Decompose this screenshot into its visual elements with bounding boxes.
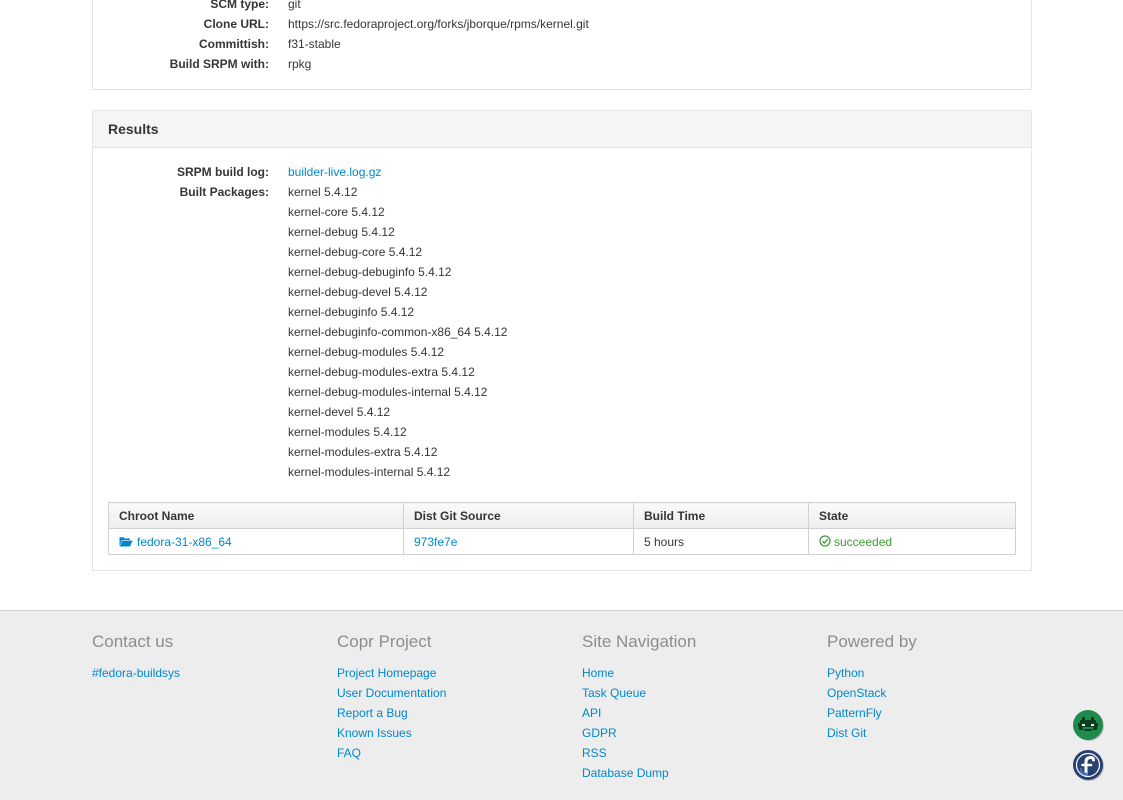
footer-link-openstack[interactable]: OpenStack bbox=[827, 686, 886, 700]
source-panel: SCM type: git Clone URL: https://src.fed… bbox=[92, 0, 1032, 90]
package-item: kernel-core 5.4.12 bbox=[288, 205, 385, 219]
package-item: kernel-modules 5.4.12 bbox=[288, 425, 407, 439]
package-item: kernel-debug-core 5.4.12 bbox=[288, 245, 423, 259]
build-srpm-value: rpkg bbox=[288, 57, 312, 71]
chroot-link[interactable]: fedora-31-x86_64 bbox=[137, 535, 232, 549]
package-item: kernel-debuginfo-common-x86_64 5.4.12 bbox=[288, 325, 508, 339]
footer-link-known-issues[interactable]: Known Issues bbox=[337, 726, 412, 740]
footer-navigation: Site Navigation Home Task Queue API GDPR… bbox=[582, 631, 812, 783]
results-panel: Results SRPM build log: builder-live.log… bbox=[92, 110, 1032, 571]
footer-link-irc[interactable]: #fedora-buildsys bbox=[92, 666, 180, 680]
chroot-cell: fedora-31-x86_64 bbox=[108, 528, 404, 555]
footer-powered: Powered by Python OpenStack PatternFly D… bbox=[827, 631, 1057, 743]
dist-git-link[interactable]: 973fe7e bbox=[414, 535, 457, 549]
built-packages-list: kernel 5.4.12 kernel-core 5.4.12 kernel-… bbox=[288, 182, 507, 482]
footer-link-patternfly[interactable]: PatternFly bbox=[827, 706, 882, 720]
state-cell: succeeded bbox=[808, 528, 1016, 555]
check-circle-icon bbox=[819, 534, 831, 547]
folder-open-icon bbox=[119, 536, 133, 546]
srpm-log-label: SRPM build log: bbox=[177, 165, 269, 179]
committish-label: Committish: bbox=[199, 37, 269, 51]
package-item: kernel-debug-modules-internal 5.4.12 bbox=[288, 385, 488, 399]
footer-navigation-title: Site Navigation bbox=[582, 632, 697, 651]
built-packages-label: Built Packages: bbox=[179, 185, 269, 199]
dist-git-cell: 973fe7e bbox=[403, 528, 634, 555]
footer-contact: Contact us #fedora-buildsys bbox=[92, 631, 322, 683]
footer-link-rss[interactable]: RSS bbox=[582, 746, 607, 760]
chroot-table: Chroot Name Dist Git Source Build Time S… bbox=[108, 502, 1016, 555]
committish-value: f31-stable bbox=[288, 37, 341, 51]
clone-url-value: https://src.fedoraproject.org/forks/jbor… bbox=[288, 17, 589, 31]
table-header-row: Chroot Name Dist Git Source Build Time S… bbox=[108, 502, 1016, 529]
site-footer: Contact us #fedora-buildsys Copr Project… bbox=[0, 610, 1123, 800]
package-item: kernel-debug-modules-extra 5.4.12 bbox=[288, 365, 475, 379]
footer-link-dist-git[interactable]: Dist Git bbox=[827, 726, 866, 740]
header-build-time: Build Time bbox=[633, 502, 809, 529]
footer-link-gdpr[interactable]: GDPR bbox=[582, 726, 617, 740]
results-heading: Results bbox=[93, 111, 1031, 148]
footer-link-home[interactable]: Home bbox=[582, 666, 614, 680]
footer-contact-title: Contact us bbox=[92, 632, 174, 651]
footer-link-faq[interactable]: FAQ bbox=[337, 746, 361, 760]
package-item: kernel 5.4.12 bbox=[288, 185, 358, 199]
footer-link-report-bug[interactable]: Report a Bug bbox=[337, 706, 408, 720]
package-item: kernel-debug-devel 5.4.12 bbox=[288, 285, 428, 299]
state-succeeded: succeeded bbox=[834, 534, 893, 549]
build-time-cell: 5 hours bbox=[633, 528, 809, 555]
package-item: kernel-devel 5.4.12 bbox=[288, 405, 391, 419]
footer-link-database-dump[interactable]: Database Dump bbox=[582, 766, 669, 780]
fedora-logo-badge-icon[interactable] bbox=[1072, 748, 1106, 782]
header-dist-git-source: Dist Git Source bbox=[403, 502, 634, 529]
package-item: kernel-debug-modules 5.4.12 bbox=[288, 345, 445, 359]
footer-link-project-homepage[interactable]: Project Homepage bbox=[337, 666, 436, 680]
srpm-log-link[interactable]: builder-live.log.gz bbox=[288, 162, 381, 182]
footer-link-task-queue[interactable]: Task Queue bbox=[582, 686, 646, 700]
header-chroot-name: Chroot Name bbox=[108, 502, 404, 529]
footer-link-python[interactable]: Python bbox=[827, 666, 864, 680]
footer-powered-title: Powered by bbox=[827, 632, 917, 651]
package-item: kernel-modules-extra 5.4.12 bbox=[288, 445, 438, 459]
scm-type-value: git bbox=[288, 0, 301, 11]
footer-project-title: Copr Project bbox=[337, 632, 432, 651]
footer-project: Copr Project Project Homepage User Docum… bbox=[337, 631, 567, 763]
package-item: kernel-debug-debuginfo 5.4.12 bbox=[288, 265, 452, 279]
table-row: fedora-31-x86_64 973fe7e 5 hours succeed… bbox=[108, 528, 1016, 555]
clone-url-label: Clone URL: bbox=[203, 17, 269, 31]
header-state: State bbox=[808, 502, 1016, 529]
scm-type-label: SCM type: bbox=[210, 0, 269, 11]
package-item: kernel-debuginfo 5.4.12 bbox=[288, 305, 415, 319]
footer-link-user-documentation[interactable]: User Documentation bbox=[337, 686, 446, 700]
space-invader-badge-icon[interactable] bbox=[1072, 708, 1106, 742]
package-item: kernel-debug 5.4.12 bbox=[288, 225, 395, 239]
footer-link-api[interactable]: API bbox=[582, 706, 601, 720]
package-item: kernel-modules-internal 5.4.12 bbox=[288, 465, 451, 479]
build-srpm-label: Build SRPM with: bbox=[169, 57, 269, 71]
